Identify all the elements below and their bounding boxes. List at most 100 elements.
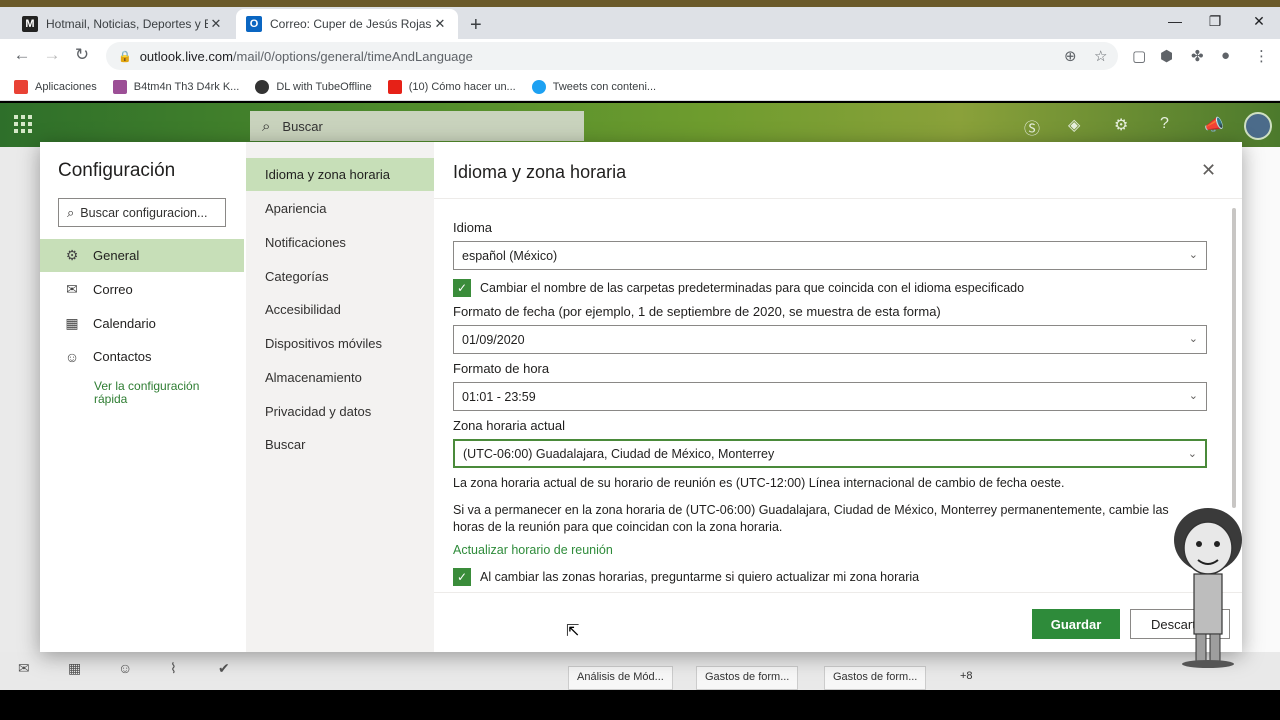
- rename-folders-checkbox[interactable]: ✓: [453, 279, 471, 297]
- skype-icon[interactable]: Ⓢ: [1024, 115, 1040, 139]
- outlook-header: ⌕ Buscar Ⓢ ◈ ⚙ ? 📣: [0, 103, 1280, 147]
- dropdown-value: (UTC-06:00) Guadalajara, Ciudad de Méxic…: [463, 446, 775, 461]
- category-mail[interactable]: ✉ Correo: [40, 273, 244, 306]
- close-icon[interactable]: ✕: [1201, 160, 1216, 181]
- divider: [434, 198, 1242, 199]
- close-tab-icon[interactable]: ✕: [432, 16, 448, 32]
- calendar-icon: ▦: [65, 315, 79, 331]
- tab-msn[interactable]: M Hotmail, Noticias, Deportes y Ent ✕: [12, 9, 234, 39]
- extension-icon[interactable]: ⬢: [1160, 47, 1173, 65]
- url-path: /mail/0/options/general/timeAndLanguage: [232, 48, 473, 64]
- attachment-chip[interactable]: Gastos de form...: [696, 666, 799, 690]
- new-tab-icon[interactable]: +: [470, 14, 482, 37]
- profile-icon[interactable]: ●: [1221, 47, 1230, 64]
- attachment-icon[interactable]: ⌇: [170, 660, 177, 677]
- notifications-icon[interactable]: 📣: [1204, 115, 1224, 135]
- language-dropdown[interactable]: español (México) ⌄: [453, 241, 1207, 270]
- tab-outlook[interactable]: O Correo: Cuper de Jesús Rojas Her ✕: [236, 9, 458, 39]
- dropdown-value: 01:01 - 23:59: [462, 389, 536, 404]
- people-icon[interactable]: ☺: [118, 660, 132, 676]
- subcategory-mobile-devices[interactable]: Dispositivos móviles: [246, 327, 434, 360]
- attachment-chip[interactable]: Análisis de Mód...: [568, 666, 673, 690]
- mail-icon: ✉: [66, 281, 78, 297]
- bookmark-label: Aplicaciones: [35, 80, 97, 93]
- extension-icon[interactable]: ▢: [1132, 47, 1146, 65]
- bookmark-item[interactable]: (10) Cómo hacer un...: [387, 79, 516, 94]
- chevron-down-icon: ⌄: [1188, 333, 1198, 345]
- close-window-icon[interactable]: ✕: [1236, 13, 1280, 30]
- app-launcher-icon[interactable]: [14, 115, 32, 133]
- category-label: Contactos: [93, 349, 152, 364]
- address-bar-row: ← → ↻ 🔒 outlook.live.com/mail/0/options/…: [0, 39, 1280, 73]
- star-icon[interactable]: ☆: [1094, 47, 1107, 65]
- rewards-icon[interactable]: ◈: [1068, 115, 1080, 135]
- bookmark-item[interactable]: DL with TubeOffline: [255, 79, 372, 94]
- avatar[interactable]: [1244, 112, 1272, 140]
- bookmark-apps[interactable]: Aplicaciones: [14, 79, 97, 94]
- category-contacts[interactable]: ☺ Contactos: [40, 340, 244, 373]
- puzzle-icon[interactable]: ✤: [1191, 47, 1204, 65]
- youtube-icon: [387, 79, 402, 94]
- menu-icon[interactable]: ⋮: [1254, 47, 1269, 65]
- save-button[interactable]: Guardar: [1032, 609, 1120, 639]
- subcategory-categories[interactable]: Categorías: [246, 260, 434, 293]
- subcategory-search[interactable]: Buscar: [246, 428, 434, 461]
- ask-update-checkbox[interactable]: ✓: [453, 568, 471, 586]
- caricature-figure: [1174, 508, 1242, 668]
- more-attachments[interactable]: +8: [952, 666, 981, 690]
- attachment-chip[interactable]: Gastos de form...: [824, 666, 927, 690]
- time-format-dropdown[interactable]: 01:01 - 23:59 ⌄: [453, 382, 1207, 411]
- ask-update-row[interactable]: ✓ Al cambiar las zonas horarias, pregunt…: [453, 568, 919, 586]
- update-meeting-link[interactable]: Actualizar horario de reunión: [453, 543, 613, 557]
- permanent-timezone-text: Si va a permanecer en la zona horaria de…: [453, 503, 1169, 534]
- rename-folders-row[interactable]: ✓ Cambiar el nombre de las carpetas pred…: [453, 279, 1024, 297]
- language-label: Idioma: [453, 220, 493, 235]
- bookmark-favicon-icon: [112, 79, 127, 94]
- bookmark-item[interactable]: Tweets con conteni...: [531, 79, 657, 94]
- search-placeholder: Buscar configuracion...: [80, 205, 208, 220]
- panel-title: Idioma y zona horaria: [453, 162, 627, 182]
- subcategory-appearance[interactable]: Apariencia: [246, 192, 434, 225]
- checkbox-label: Cambiar el nombre de las carpetas predet…: [480, 281, 1025, 295]
- mail-search-input[interactable]: ⌕ Buscar: [250, 111, 584, 141]
- bookmark-label: Tweets con conteni...: [552, 80, 657, 93]
- subcategory-language-timezone[interactable]: Idioma y zona horaria: [246, 158, 434, 191]
- footer-divider: [434, 592, 1242, 593]
- bookmark-item[interactable]: B4tm4n Th3 D4rk K...: [112, 79, 239, 94]
- timezone-dropdown[interactable]: (UTC-06:00) Guadalajara, Ciudad de Méxic…: [453, 439, 1207, 468]
- search-icon: ⌕: [67, 204, 75, 220]
- gear-icon: ⚙: [65, 247, 79, 263]
- calendar-icon[interactable]: ▦: [68, 660, 81, 677]
- mail-icon[interactable]: ✉: [18, 660, 30, 677]
- category-calendar[interactable]: ▦ Calendario: [40, 307, 244, 340]
- forward-icon[interactable]: →: [40, 45, 64, 67]
- checkbox-label: Al cambiar las zonas horarias, preguntar…: [480, 570, 920, 584]
- maximize-icon[interactable]: ❐: [1192, 13, 1238, 30]
- subcategory-storage[interactable]: Almacenamiento: [246, 361, 434, 394]
- subcategory-privacy[interactable]: Privacidad y datos: [246, 395, 434, 428]
- quick-settings-link[interactable]: Ver la configuración rápida: [94, 380, 224, 406]
- mouse-pointer-icon: ⇱: [566, 623, 580, 640]
- category-general[interactable]: ⚙ General: [40, 239, 244, 272]
- url-host: outlook.live.com: [139, 48, 233, 64]
- scrollbar[interactable]: [1232, 208, 1236, 508]
- tab-title: Hotmail, Noticias, Deportes y Ent: [46, 17, 208, 31]
- tab-title: Correo: Cuper de Jesús Rojas Her: [270, 17, 432, 31]
- subcategory-notifications[interactable]: Notificaciones: [246, 226, 434, 259]
- bookmark-label: DL with TubeOffline: [276, 80, 372, 93]
- date-format-dropdown[interactable]: 01/09/2020 ⌄: [453, 325, 1207, 354]
- back-icon[interactable]: ←: [10, 45, 34, 67]
- reload-icon[interactable]: ↻: [70, 45, 94, 67]
- url-input[interactable]: 🔒 outlook.live.com/mail/0/options/genera…: [106, 42, 1118, 70]
- settings-gear-icon[interactable]: ⚙: [1114, 115, 1128, 135]
- install-icon[interactable]: ⊕: [1064, 47, 1077, 65]
- timezone-label: Zona horaria actual: [453, 418, 566, 433]
- category-label: Calendario: [93, 316, 156, 331]
- settings-search-input[interactable]: ⌕ Buscar configuracion...: [58, 198, 226, 227]
- search-placeholder: Buscar: [282, 118, 323, 134]
- close-tab-icon[interactable]: ✕: [208, 16, 224, 32]
- help-icon[interactable]: ?: [1160, 115, 1169, 133]
- subcategory-accessibility[interactable]: Accesibilidad: [246, 293, 434, 326]
- todo-icon[interactable]: ✔: [218, 660, 230, 677]
- tab-bar: M Hotmail, Noticias, Deportes y Ent ✕ O …: [0, 7, 1280, 39]
